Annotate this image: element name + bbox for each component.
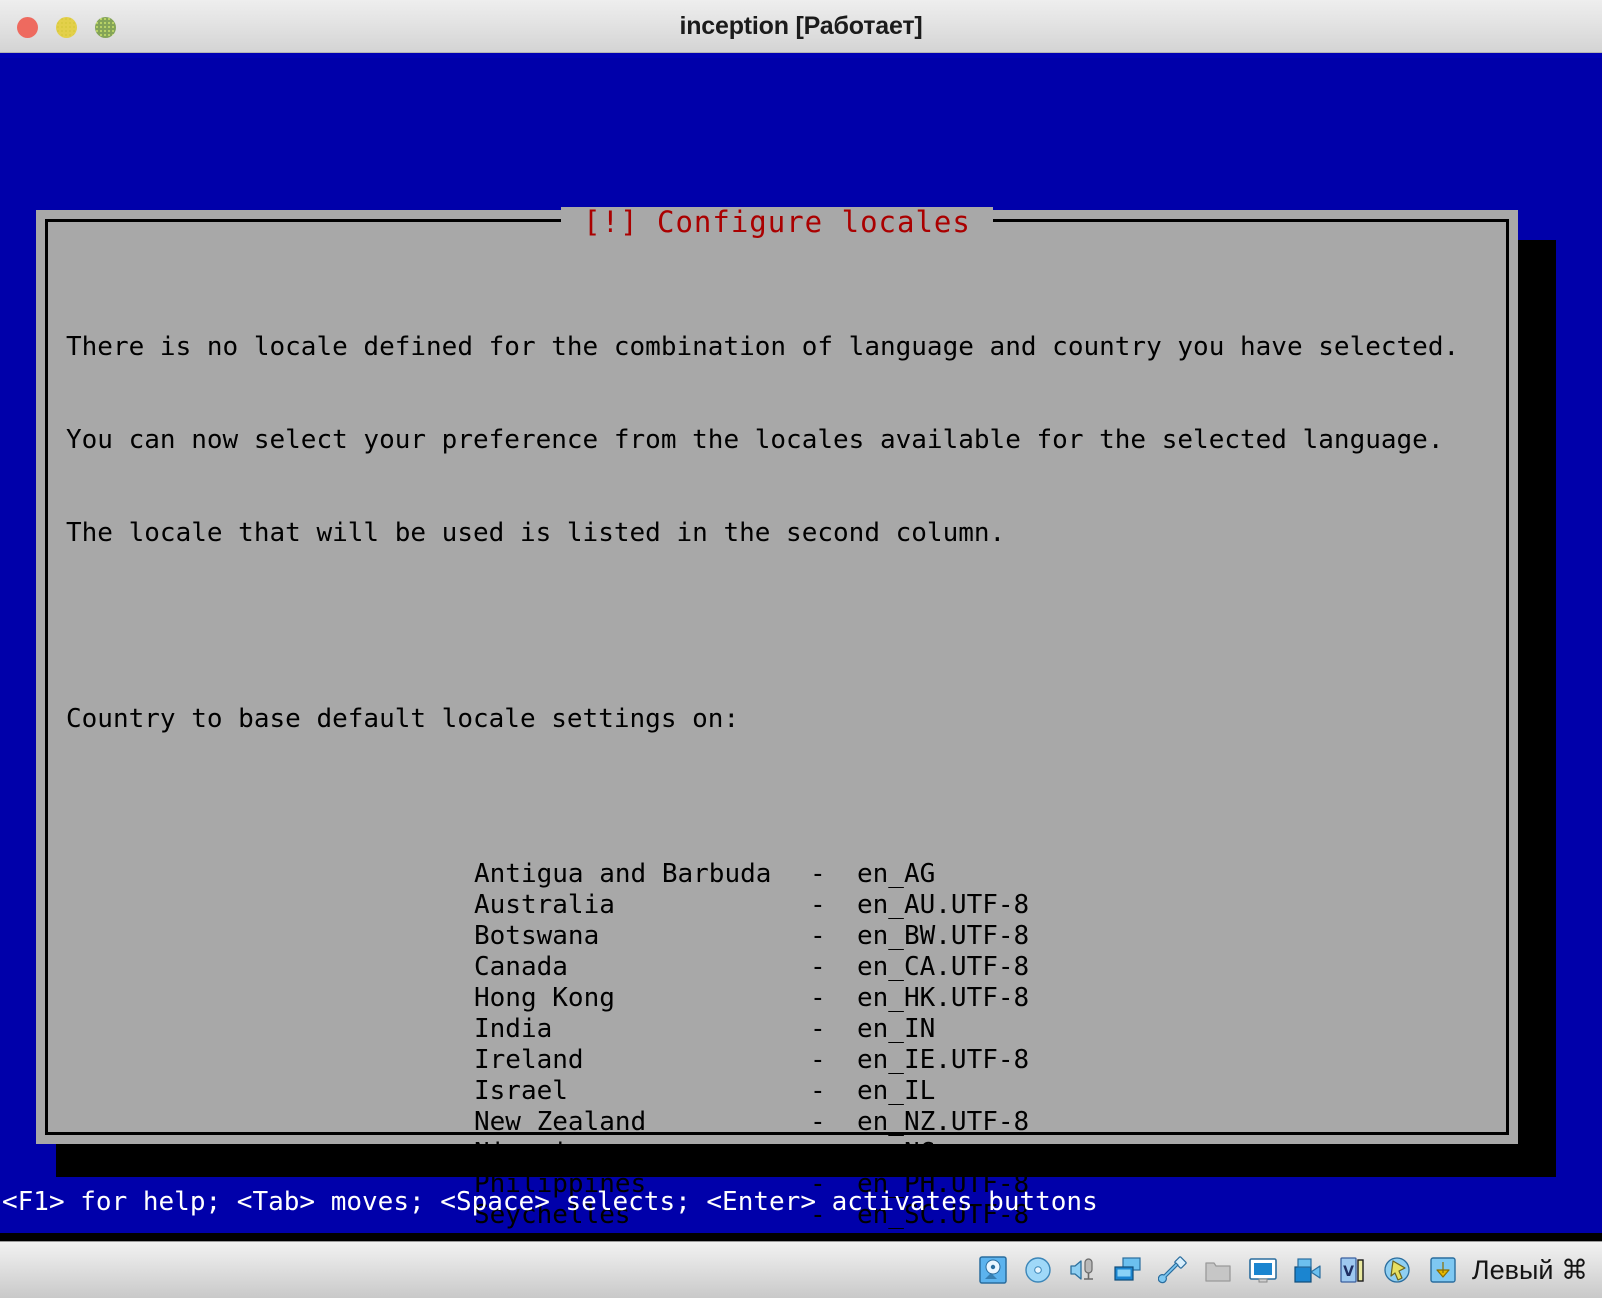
locale-country: Antigua and Barbuda [474, 859, 772, 889]
dialog-inner-border: [!] Configure locales There is no locale… [45, 207, 1509, 1233]
locale-country: Botswana [474, 921, 600, 951]
locale-separator: - [810, 952, 826, 982]
locale-code: en_CA.UTF-8 [857, 952, 1030, 982]
mouse-integration-icon[interactable] [1383, 1255, 1413, 1285]
locale-row[interactable]: Australia - en_AU.UTF-8 [474, 890, 1029, 921]
locale-list[interactable]: Antigua and Barbuda - en_AG Australia - en_AU… [66, 859, 1506, 1233]
locale-code: en_NZ.UTF-8 [857, 1107, 1030, 1137]
locale-code: en_BW.UTF-8 [857, 921, 1030, 951]
host-key-label: Левый ⌘ [1471, 1254, 1588, 1285]
locale-code: en_IE.UTF-8 [857, 1045, 1030, 1075]
locale-separator: - [810, 1076, 826, 1106]
locale-row[interactable]: India - en_IN [474, 1014, 1024, 1045]
locale-country: Australia [474, 890, 615, 920]
intro-line-2: You can now select your preference from … [66, 425, 1444, 455]
locale-country: Nigeria [474, 1138, 584, 1168]
network-icon[interactable] [1113, 1255, 1143, 1285]
locale-row[interactable]: Ireland - en_IE.UTF-8 [474, 1045, 1029, 1076]
locale-code: en_IL [857, 1076, 936, 1106]
locale-separator: - [810, 1045, 826, 1075]
locale-code: en_NG [857, 1138, 936, 1168]
locale-country: Ireland [474, 1045, 584, 1075]
configure-locales-dialog: [!] Configure locales There is no locale… [36, 207, 1518, 1233]
svg-text:V: V [1343, 1264, 1354, 1280]
locale-code: en_IN [857, 1014, 936, 1044]
locale-separator: - [810, 1014, 826, 1044]
locale-row[interactable]: Botswana - en_BW.UTF-8 [474, 921, 1029, 952]
locale-row[interactable]: Hong Kong - en_HK.UTF-8 [474, 983, 1029, 1014]
locale-row[interactable]: New Zealand - en_NZ.UTF-8 [474, 1107, 1029, 1138]
vrdp-icon[interactable]: V [1338, 1255, 1368, 1285]
intro-line-3: The locale that will be used is listed i… [66, 518, 1006, 548]
locale-row[interactable]: Nigeria - en_NG [474, 1138, 1024, 1169]
shared-folders-icon[interactable] [1203, 1255, 1233, 1285]
optical-disk-icon[interactable] [1023, 1255, 1053, 1285]
locale-separator: - [810, 1107, 826, 1137]
locale-country: Canada [474, 952, 568, 982]
host-key-icon[interactable] [1428, 1255, 1458, 1285]
intro-line-1: There is no locale defined for the combi… [66, 332, 1460, 362]
virtualbox-status-bar: V Левый ⌘ [0, 1241, 1602, 1298]
locale-separator: - [810, 859, 826, 889]
locale-row[interactable]: Canada - en_CA.UTF-8 [474, 952, 1029, 983]
status-bar-icons: V [978, 1255, 1458, 1285]
locale-code: en_AU.UTF-8 [857, 890, 1030, 920]
vm-console-screen: [!] Configure locales There is no locale… [0, 58, 1602, 1233]
locale-country: New Zealand [474, 1107, 647, 1137]
locale-code: en_AG [857, 859, 936, 889]
locale-row[interactable]: Antigua and Barbuda - en_AG [474, 859, 1024, 890]
screenshot-root: inception [Работает] [!] Configure local… [0, 0, 1602, 1298]
locale-code: en_HK.UTF-8 [857, 983, 1030, 1013]
audio-icon[interactable] [1068, 1255, 1098, 1285]
country-prompt: Country to base default locale settings … [66, 704, 740, 734]
locale-separator: - [810, 921, 826, 951]
dialog-body: There is no locale defined for the combi… [48, 222, 1506, 1233]
locale-separator: - [810, 1138, 826, 1168]
console-status-line: <F1> for help; <Tab> moves; <Space> sele… [2, 1187, 1098, 1217]
window-titlebar: inception [Работает] [0, 0, 1602, 53]
usb-icon[interactable] [1157, 1255, 1188, 1285]
locale-country: India [474, 1014, 553, 1044]
window-title: inception [Работает] [679, 12, 923, 40]
locale-separator: - [810, 983, 826, 1013]
display-icon[interactable] [1248, 1255, 1278, 1285]
locale-separator: - [810, 890, 826, 920]
locale-country: Israel [474, 1076, 568, 1106]
console-bottom-black-strip [0, 1233, 1602, 1241]
hard-disk-icon[interactable] [978, 1255, 1008, 1285]
recording-icon[interactable] [1293, 1255, 1323, 1285]
locale-row[interactable]: Israel - en_IL [474, 1076, 1024, 1107]
locale-country: Hong Kong [474, 983, 615, 1013]
